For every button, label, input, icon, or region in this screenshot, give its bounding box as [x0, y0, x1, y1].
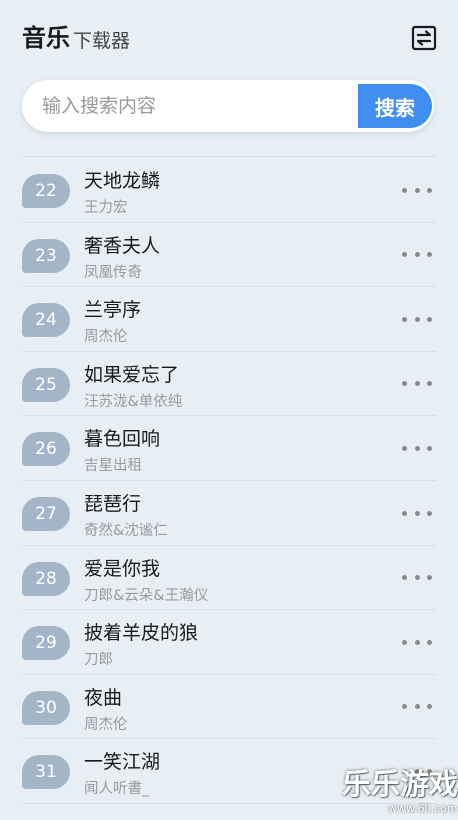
song-list[interactable]: 22 天地龙鳞王力宏 23 奢香夫人凤凰传奇 24 兰亭序周杰伦 25 如果爱忘了汪苏泷&单依… — [0, 144, 458, 820]
more-options-icon[interactable] — [402, 699, 432, 715]
song-title: 披着羊皮的狼 — [84, 622, 199, 645]
song-artist: 凤凰传奇 — [84, 264, 142, 281]
more-options-icon[interactable] — [402, 634, 432, 650]
song-artist: 刀郎&云朵&王瀚仪 — [84, 587, 209, 604]
song-artist: 王力宏 — [84, 200, 128, 216]
song-artist: 奇然&沈谧仁 — [84, 523, 168, 539]
song-title: 爱是你我 — [84, 557, 161, 580]
song-title: 兰亭序 — [84, 299, 142, 322]
song-artist: 刀郎 — [84, 652, 113, 669]
search-button[interactable]: 搜索 — [358, 84, 432, 128]
more-options-icon[interactable] — [402, 440, 432, 456]
more-options-icon[interactable] — [402, 376, 432, 392]
song-title: 夜曲 — [84, 686, 123, 709]
song-artist: 汪苏泷&单依纯 — [84, 393, 183, 410]
song-row[interactable]: 25 如果爱忘了汪苏泷&单依纯 — [22, 352, 436, 417]
song-number-badge: 29 — [22, 626, 70, 661]
divider — [22, 156, 436, 157]
app-header: 音乐 下载器 — [0, 0, 458, 76]
more-options-icon[interactable] — [402, 311, 432, 327]
song-row[interactable]: 23 奢香夫人凤凰传奇 — [22, 223, 436, 288]
song-title: 一笑江湖 — [84, 751, 161, 774]
more-options-icon[interactable] — [402, 247, 432, 263]
switch-icon[interactable] — [410, 24, 438, 52]
search-input[interactable] — [22, 80, 357, 132]
app-subtitle: 下载器 — [73, 30, 131, 52]
song-title: 如果爱忘了 — [84, 363, 180, 386]
song-artist: 周杰伦 — [84, 329, 128, 346]
song-number-badge: 25 — [22, 367, 70, 402]
watermark-logo: 乐乐游戏 — [342, 767, 458, 801]
song-number-badge: 24 — [22, 303, 70, 338]
song-artist: 闻人听書_ — [84, 781, 150, 798]
song-row[interactable]: 30 夜曲周杰伦 — [22, 675, 436, 740]
watermark: 乐乐游戏 www.6ll.com — [340, 766, 458, 820]
song-row[interactable]: 22 天地龙鳞王力宏 — [22, 158, 436, 223]
song-number-badge: 30 — [22, 690, 70, 725]
song-row[interactable]: 24 兰亭序周杰伦 — [22, 287, 436, 352]
more-options-icon[interactable] — [402, 505, 432, 521]
song-row[interactable]: 29 披着羊皮的狼刀郎 — [22, 610, 436, 675]
song-number-badge: 23 — [22, 238, 70, 273]
song-artist: 吉星出租 — [84, 458, 142, 475]
song-number-badge: 22 — [22, 174, 70, 208]
app-title: 音乐 — [22, 24, 70, 52]
more-options-icon[interactable] — [402, 570, 432, 586]
song-title: 天地龙鳞 — [84, 170, 161, 192]
watermark-url: www.6ll.com — [388, 802, 458, 815]
song-number-badge: 28 — [22, 561, 70, 596]
song-row[interactable]: 26 暮色回响吉星出租 — [22, 416, 436, 481]
song-number-badge: 27 — [22, 497, 70, 531]
song-row[interactable]: 28 爱是你我刀郎&云朵&王瀚仪 — [22, 546, 436, 611]
song-row[interactable]: 27 琵琶行奇然&沈谧仁 — [22, 481, 436, 546]
song-number-badge: 26 — [22, 432, 70, 467]
song-artist: 周杰伦 — [84, 716, 128, 733]
song-title: 奢香夫人 — [84, 234, 161, 257]
more-options-icon[interactable] — [402, 182, 432, 198]
song-title: 琵琶行 — [84, 493, 142, 515]
song-number-badge: 31 — [22, 755, 70, 790]
search-bar: 搜索 — [22, 80, 434, 132]
song-title: 暮色回响 — [84, 428, 161, 451]
